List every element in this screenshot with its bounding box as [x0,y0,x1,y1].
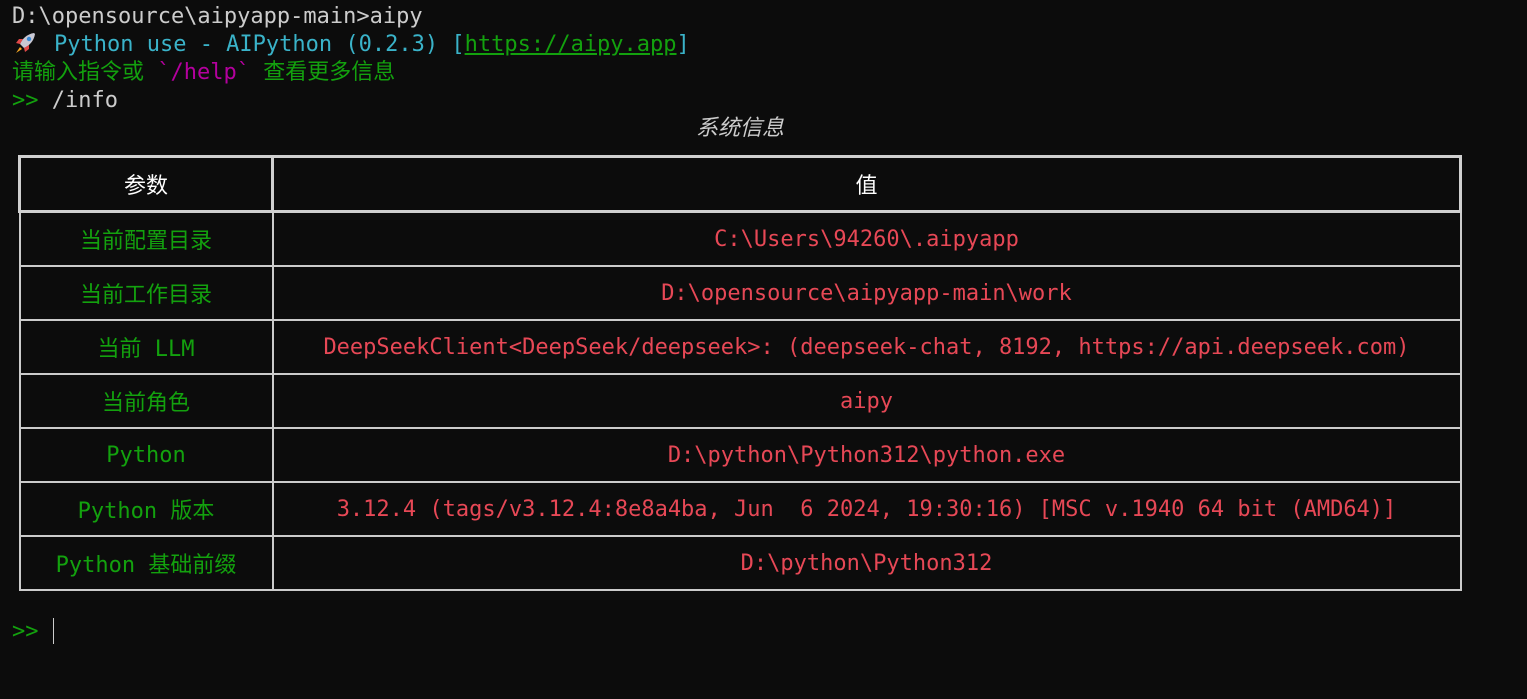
info-command: /info [51,88,118,113]
header-value: 值 [271,155,1462,213]
row-param: Python 版本 [18,481,274,537]
banner-app-title: Python use - AIPython (0.2.3) [54,32,452,57]
info-command-line: >> /info [12,87,118,115]
row-param: 当前工作目录 [18,265,274,321]
header-param: 参数 [18,155,274,213]
banner-url-link[interactable]: https://aipy.app [465,32,677,57]
hint-after: 查看更多信息 [249,60,396,85]
table-row: Python D:\python\Python312\python.exe [18,427,1462,483]
banner-bracket-close: ] [676,32,690,57]
prompt-symbol: >> [12,88,52,113]
row-param: 当前配置目录 [18,210,274,267]
banner-line: Python use - AIPython (0.2.3) [https://a… [12,31,690,59]
banner-bracket-open: [ [451,32,465,57]
row-value: DeepSeekClient<DeepSeek/deepseek>: (deep… [271,319,1462,375]
command-line-aipy: D:\opensource\aipyapp-main>aipy [12,4,423,29]
hint-before: 请输入指令或 [12,60,158,85]
hint-line: 请输入指令或 `/help` 查看更多信息 [12,59,395,87]
table-title: 系统信息 [695,116,784,141]
final-prompt-symbol: >> [12,619,39,644]
table-row: 当前工作目录 D:\opensource\aipyapp-main\work [18,265,1462,321]
row-value: D:\python\Python312 [271,535,1462,591]
input-prompt-line[interactable]: >> [12,618,54,646]
table-row: Python 版本 3.12.4 (tags/v3.12.4:8e8a4ba, … [18,481,1462,537]
system-info-table: 参数 值 当前配置目录 C:\Users\94260\.aipyapp 当前工作… [18,155,1462,591]
row-param: 当前 LLM [18,319,274,375]
rocket-icon [16,33,35,53]
table-header-row: 参数 值 [18,155,1462,213]
hint-help-command: `/help` [157,60,250,85]
row-value: D:\opensource\aipyapp-main\work [271,265,1462,321]
row-param: Python [18,427,274,483]
table-row: 当前 LLM DeepSeekClient<DeepSeek/deepseek>… [18,319,1462,375]
row-value: 3.12.4 (tags/v3.12.4:8e8a4ba, Jun 6 2024… [271,481,1462,537]
row-param: Python 基础前缀 [18,535,274,591]
row-value: D:\python\Python312\python.exe [271,427,1462,483]
table-row: Python 基础前缀 D:\python\Python312 [18,535,1462,591]
table-row: 当前配置目录 C:\Users\94260\.aipyapp [18,210,1462,267]
row-value: C:\Users\94260\.aipyapp [271,210,1462,267]
table-row: 当前角色 aipy [18,373,1462,429]
text-cursor [52,618,54,644]
row-param: 当前角色 [18,373,274,429]
row-value: aipy [271,373,1462,429]
